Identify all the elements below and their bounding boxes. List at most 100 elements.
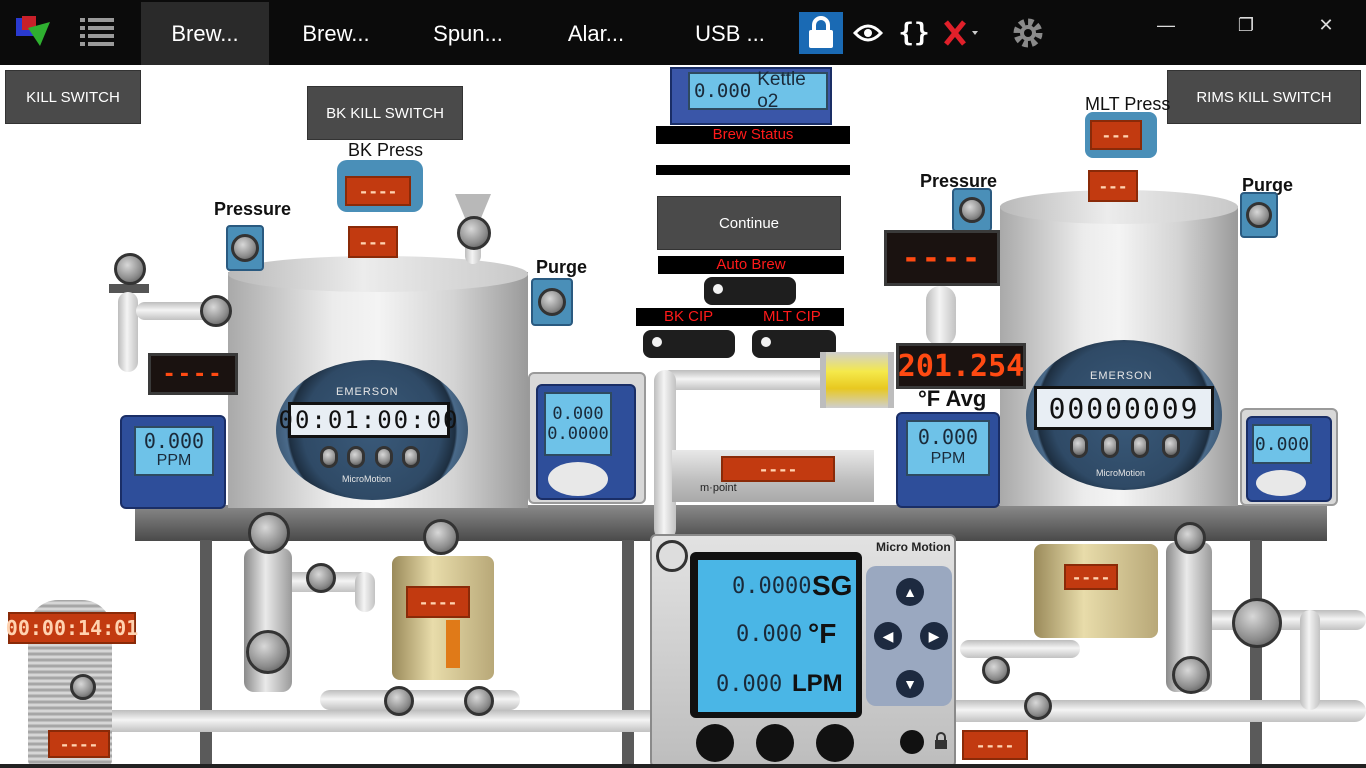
valve-knob[interactable] (1172, 656, 1210, 694)
valve-knob[interactable] (306, 563, 336, 593)
transmitter-keypad[interactable] (548, 462, 608, 496)
mlt-transmitter-display: 0.000 (1252, 424, 1312, 464)
right-arrow-icon[interactable]: ▶ (920, 622, 948, 650)
micromotion-label: MicroMotion (1096, 468, 1146, 478)
hx-left-indicator (446, 620, 460, 668)
gear-icon[interactable] (1006, 12, 1050, 54)
flow-meter-button[interactable] (1100, 434, 1119, 458)
valve-knob[interactable] (1024, 692, 1052, 720)
pressure-label-left: Pressure (214, 199, 292, 219)
pressure-sensor-right[interactable] (952, 188, 992, 232)
ppm-unit-right: PPM (930, 450, 966, 467)
app-logo-icon[interactable] (14, 14, 54, 50)
close-button[interactable]: ✕ (1306, 10, 1346, 40)
down-arrow-icon[interactable]: ▼ (896, 670, 924, 698)
valve-knob[interactable] (1174, 522, 1206, 554)
mlt-cip-label: MLT CIP (763, 308, 821, 325)
tab-label: Alar... (567, 21, 625, 46)
purge-sensor-right[interactable] (1240, 192, 1278, 238)
valve-knob[interactable] (70, 674, 96, 700)
mlt-press-readout: --- (1088, 170, 1138, 202)
valve-knob[interactable] (464, 686, 494, 716)
pipe (960, 640, 1080, 658)
flow-meter-button[interactable] (374, 446, 393, 468)
valve-knob[interactable] (423, 519, 459, 555)
purge-label-left: Purge (536, 257, 588, 277)
bk-press-readout: --- (348, 226, 398, 258)
pipe (355, 572, 375, 612)
minimize-button[interactable]: — (1146, 10, 1186, 40)
bk-cip-label: BK CIP (664, 308, 714, 325)
flow-meter-button[interactable] (1161, 434, 1180, 458)
valve-knob[interactable] (114, 253, 146, 285)
mlt-flow-total-display: 00000009 (1034, 386, 1214, 430)
valve-knob[interactable] (457, 216, 491, 250)
temp-avg-display: 201.254 (896, 343, 1026, 389)
auto-brew-label: Auto Brew (658, 256, 844, 274)
mlt-temp-led: ---- (884, 230, 1000, 286)
transmitter-keypad[interactable] (1256, 470, 1306, 496)
brew-status-message (656, 165, 850, 175)
coil-temp-display: ---- (48, 730, 110, 758)
restore-button[interactable]: ❐ (1226, 10, 1266, 40)
kill-switch-button[interactable]: KILL SWITCH (5, 70, 141, 124)
ppm-value-right: 0.000 (917, 425, 979, 449)
lpm-value: 0.000 (716, 672, 783, 697)
red-x-icon[interactable] (938, 12, 982, 54)
tab-brew-1[interactable]: Brew... (141, 2, 269, 65)
bk-press-label: BK Press (348, 140, 424, 160)
left-arrow-icon[interactable]: ◀ (874, 622, 902, 650)
auto-brew-toggle[interactable] (704, 277, 796, 305)
hard-button[interactable] (816, 724, 854, 762)
list-menu-icon[interactable] (80, 16, 116, 48)
bk-kill-switch-button[interactable]: BK KILL SWITCH (307, 86, 463, 140)
table-leg (1250, 540, 1262, 768)
tab-brew-2[interactable]: Brew... (272, 2, 400, 65)
outlet-temp-display: ---- (962, 730, 1028, 760)
table-leg (622, 540, 634, 768)
rims-kill-switch-button[interactable]: RIMS KILL SWITCH (1167, 70, 1361, 124)
continue-button[interactable]: Continue (657, 196, 841, 250)
flow-meter-button[interactable] (1070, 434, 1088, 458)
lock-icon[interactable] (799, 12, 843, 54)
tab-label: Brew... (171, 21, 239, 46)
flow-meter-button[interactable] (347, 446, 366, 468)
hx-left-display: ---- (406, 586, 470, 618)
up-arrow-icon[interactable]: ▲ (896, 578, 924, 606)
code-braces-icon[interactable]: {} (892, 12, 936, 54)
kettle-o2-display: 0.000 Kettle o2 (688, 69, 828, 112)
hard-button[interactable] (900, 730, 924, 754)
valve-knob[interactable] (248, 512, 290, 554)
ppm-display-left: 0.000 PPM (134, 426, 214, 476)
valve-knob[interactable] (1232, 598, 1282, 648)
tab-label: USB ... (695, 21, 765, 46)
mlt-press-display: --- (1090, 120, 1142, 150)
tab-alarms[interactable]: Alar... (532, 2, 660, 65)
brew-status-bar: Brew Status (656, 126, 850, 144)
tab-usb[interactable]: USB ... (666, 2, 794, 65)
micro-motion-header: Micro Motion (876, 540, 951, 554)
temp-unit: °F (808, 618, 837, 649)
purge-sensor-left[interactable] (531, 278, 573, 326)
flow-meter-button[interactable] (320, 446, 338, 468)
bk-transmitter-bottom: 0.0000 (547, 424, 609, 444)
eye-icon[interactable] (846, 12, 890, 54)
tab-spun[interactable]: Spun... (404, 2, 532, 65)
tab-label: Brew... (302, 21, 370, 46)
hard-button[interactable] (696, 724, 734, 762)
pipe (926, 286, 956, 346)
tab-label: Spun... (433, 21, 503, 46)
heat-exchanger-right (1034, 544, 1158, 638)
flow-meter-buttons (1070, 434, 1180, 460)
valve-knob[interactable] (200, 295, 232, 327)
flow-meter-button[interactable] (401, 446, 420, 468)
pipe (660, 370, 840, 390)
pressure-sensor-left[interactable] (226, 225, 264, 271)
flow-meter-button[interactable] (1131, 434, 1150, 458)
valve-knob[interactable] (246, 630, 290, 674)
hard-button[interactable] (756, 724, 794, 762)
bk-temp-led: ---- (148, 353, 238, 395)
valve-knob[interactable] (982, 656, 1010, 684)
valve-knob[interactable] (384, 686, 414, 716)
bk-cip-toggle[interactable] (643, 330, 735, 358)
